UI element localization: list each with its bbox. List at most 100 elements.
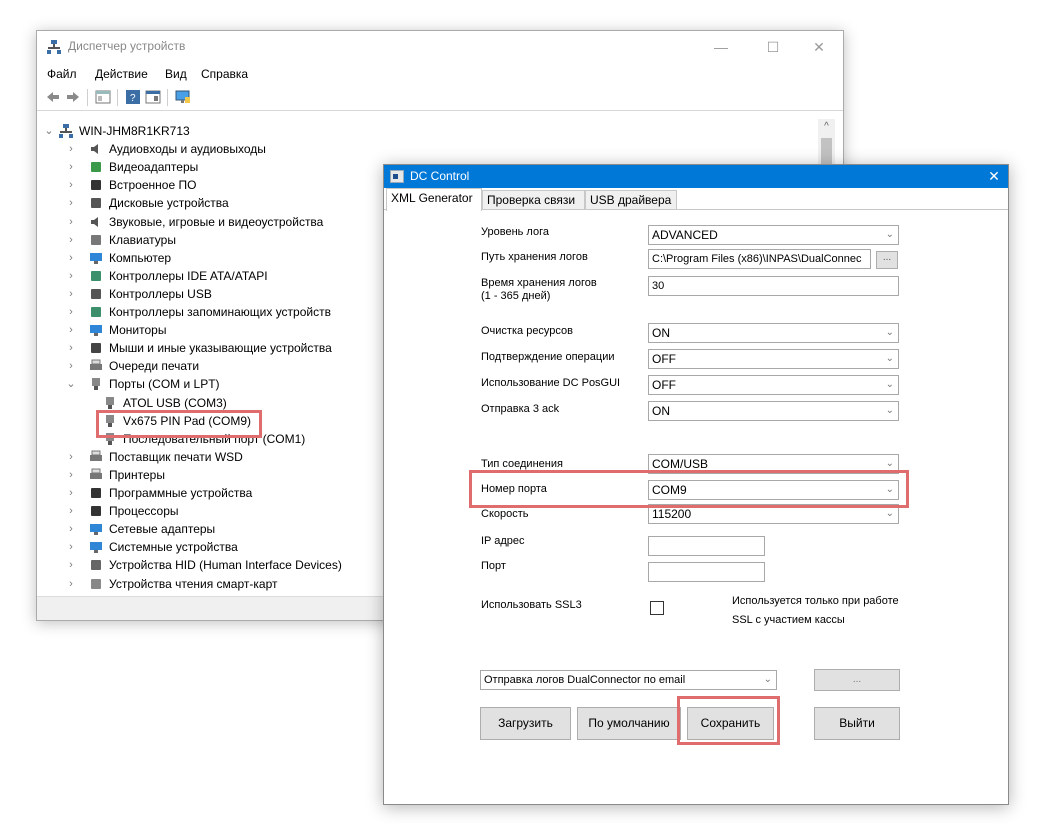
log-days-input[interactable]: 30 bbox=[648, 276, 899, 296]
log-path-input[interactable]: C:\Program Files (x86)\INPAS\DualConnec bbox=[648, 249, 871, 269]
chevron-right-icon[interactable]: › bbox=[65, 556, 77, 574]
port-icon bbox=[92, 378, 100, 391]
ip-input[interactable] bbox=[648, 536, 765, 556]
log-days-label: Время хранения логов bbox=[481, 277, 597, 289]
posgui-value: OFF bbox=[652, 378, 676, 392]
cpu-icon bbox=[91, 506, 101, 517]
default-button[interactable]: По умолчанию bbox=[577, 707, 681, 740]
tree-item-label: Дисковые устройства bbox=[109, 196, 229, 211]
email-logs-value: Отправка логов DualConnector по email bbox=[484, 674, 686, 686]
speed-label: Скорость bbox=[481, 508, 529, 520]
chevron-right-icon[interactable]: › bbox=[65, 321, 77, 339]
tab-xml-generator[interactable]: XML Generator bbox=[386, 188, 482, 211]
log-level-value: ADVANCED bbox=[652, 228, 718, 242]
scan-hardware-icon[interactable] bbox=[175, 89, 191, 105]
speaker-icon bbox=[91, 144, 98, 155]
menu-view[interactable]: Вид bbox=[165, 67, 187, 81]
tree-item-label: Системные устройства bbox=[109, 540, 238, 555]
toolbar-separator bbox=[117, 89, 118, 106]
ssl3-checkbox[interactable] bbox=[650, 601, 664, 615]
posgui-select[interactable]: OFF ⌄ bbox=[648, 375, 899, 395]
confirm-op-select[interactable]: OFF ⌄ bbox=[648, 349, 899, 369]
monitor-icon bbox=[90, 252, 102, 264]
chevron-down-icon[interactable]: ⌄ bbox=[65, 375, 77, 393]
chevron-right-icon[interactable]: › bbox=[65, 285, 77, 303]
properties-icon[interactable] bbox=[95, 89, 111, 105]
chevron-right-icon[interactable]: › bbox=[65, 575, 77, 593]
tree-item-label: Контроллеры запоминающих устройств bbox=[109, 305, 331, 319]
title-bar: Диспетчер устройств — ☐ ✕ bbox=[37, 31, 843, 63]
network-icon bbox=[90, 524, 102, 536]
tab-connection-check[interactable]: Проверка связи bbox=[482, 190, 585, 210]
chevron-right-icon[interactable]: › bbox=[65, 502, 77, 520]
help-icon[interactable]: ? bbox=[125, 89, 141, 105]
chevron-right-icon[interactable]: › bbox=[65, 466, 77, 484]
chevron-right-icon[interactable]: › bbox=[65, 231, 77, 249]
tree-item-label: Устройства чтения смарт-карт bbox=[109, 576, 278, 591]
chevron-right-icon[interactable]: › bbox=[65, 484, 77, 502]
back-arrow-icon[interactable] bbox=[45, 89, 61, 105]
chevron-right-icon[interactable]: › bbox=[65, 213, 77, 231]
menu-action[interactable]: Действие bbox=[95, 67, 148, 81]
close-button[interactable]: ✕ bbox=[797, 33, 841, 61]
tree-item-label: Сетевые адаптеры bbox=[109, 522, 216, 537]
log-level-select[interactable]: ADVANCED ⌄ bbox=[648, 225, 899, 245]
ide-icon bbox=[91, 270, 101, 281]
computer-root-icon bbox=[59, 124, 73, 138]
cleanup-select[interactable]: ON ⌄ bbox=[648, 323, 899, 343]
chevron-down-icon: ⌄ bbox=[885, 353, 894, 364]
chevron-right-icon[interactable]: › bbox=[65, 176, 77, 194]
tree-item-label: Мыши и иные указывающие устройства bbox=[109, 341, 332, 356]
chevron-right-icon[interactable]: › bbox=[65, 303, 77, 321]
minimize-button[interactable]: — bbox=[699, 33, 743, 61]
conn-type-value: COM/USB bbox=[652, 457, 709, 471]
ack3-select[interactable]: ON ⌄ bbox=[648, 401, 899, 421]
tab-usb-drivers[interactable]: USB драйвера bbox=[585, 190, 677, 210]
disk-icon bbox=[91, 198, 101, 209]
chevron-right-icon[interactable]: › bbox=[65, 267, 77, 285]
load-button[interactable]: Загрузить bbox=[480, 707, 571, 740]
email-logs-browse-button[interactable]: ... bbox=[814, 669, 900, 691]
menu-help[interactable]: Справка bbox=[201, 67, 248, 81]
exit-button[interactable]: Выйти bbox=[814, 707, 900, 740]
log-path-label: Путь хранения логов bbox=[481, 251, 588, 263]
port-input[interactable] bbox=[648, 562, 765, 582]
tree-item-label: Мониторы bbox=[109, 323, 167, 338]
forward-arrow-icon[interactable] bbox=[65, 89, 81, 105]
menu-bar: Файл Действие Вид Справка bbox=[37, 63, 843, 85]
smartcard-icon bbox=[91, 578, 101, 589]
tree-item-label: Звуковые, игровые и видеоустройства bbox=[109, 214, 324, 229]
tree-item-label: Программные устройства bbox=[109, 486, 253, 500]
email-logs-select[interactable]: Отправка логов DualConnector по email ⌄ bbox=[480, 670, 777, 690]
display-adapter-icon bbox=[91, 162, 101, 173]
dc-app-icon bbox=[390, 170, 404, 183]
chevron-right-icon[interactable]: › bbox=[65, 158, 77, 176]
chevron-down-icon: ⌄ bbox=[885, 405, 894, 416]
tree-item-label: ATOL USB (COM3) bbox=[123, 395, 227, 410]
chevron-right-icon[interactable]: › bbox=[65, 520, 77, 538]
update-driver-icon[interactable] bbox=[145, 89, 161, 105]
dc-title-bar: DC Control ✕ bbox=[384, 165, 1008, 188]
tree-item-label: Аудиовходы и аудиовыходы bbox=[109, 142, 266, 157]
dc-close-button[interactable]: ✕ bbox=[980, 165, 1008, 188]
chevron-right-icon[interactable]: › bbox=[65, 357, 77, 375]
confirm-op-value: OFF bbox=[652, 352, 676, 366]
chevron-right-icon[interactable]: › bbox=[65, 448, 77, 466]
chevron-right-icon[interactable]: › bbox=[65, 339, 77, 357]
menu-file[interactable]: Файл bbox=[47, 67, 77, 81]
maximize-button[interactable]: ☐ bbox=[751, 33, 795, 61]
chevron-right-icon[interactable]: › bbox=[65, 538, 77, 556]
confirm-op-label: Подтверждение операции bbox=[481, 351, 615, 363]
scroll-up-icon[interactable]: ^ bbox=[818, 121, 835, 132]
hid-icon bbox=[91, 560, 101, 571]
chevron-down-icon[interactable]: ⌄ bbox=[43, 122, 55, 140]
browse-log-path-button[interactable]: ... bbox=[876, 251, 898, 269]
toolbar: ? bbox=[37, 85, 843, 111]
printer-icon bbox=[90, 359, 102, 371]
tab-strip: XML Generator Проверка связи USB драйвер… bbox=[384, 188, 1008, 211]
chevron-right-icon[interactable]: › bbox=[65, 140, 77, 158]
chevron-right-icon[interactable]: › bbox=[65, 249, 77, 267]
tree-item-label: Процессоры bbox=[109, 504, 179, 519]
system-device-icon bbox=[90, 542, 102, 554]
chevron-right-icon[interactable]: › bbox=[65, 194, 77, 212]
